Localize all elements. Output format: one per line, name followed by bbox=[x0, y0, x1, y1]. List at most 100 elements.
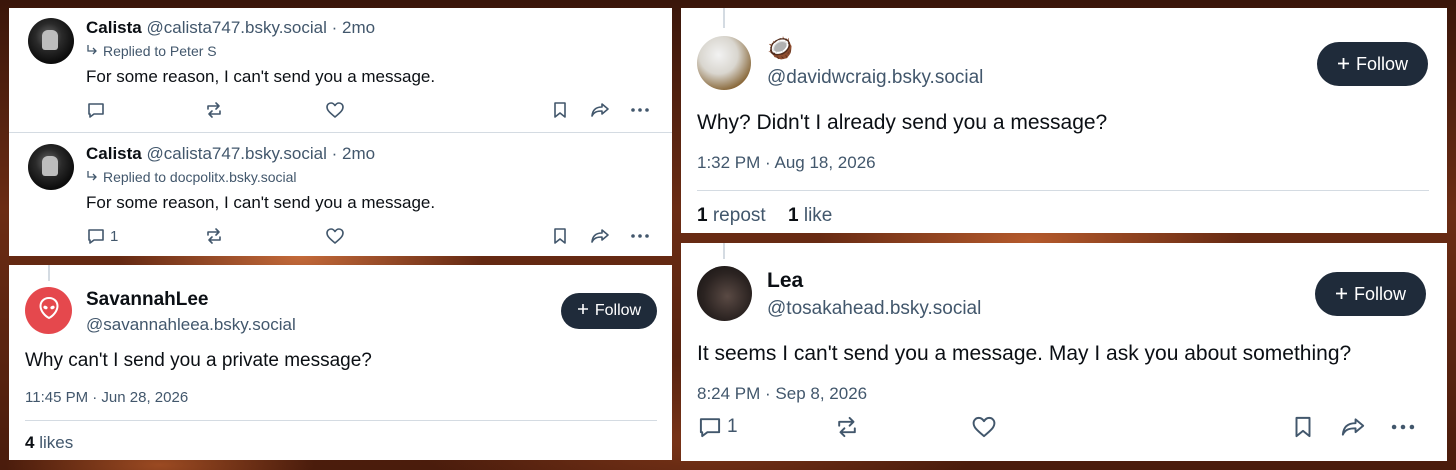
replied-to-label: Replied to Peter S bbox=[103, 43, 217, 59]
likes-stat[interactable]: 4 likes bbox=[25, 433, 73, 453]
repost-button[interactable] bbox=[204, 226, 224, 246]
reply-button[interactable]: 1 bbox=[86, 226, 118, 246]
thread-line bbox=[723, 243, 725, 259]
more-icon bbox=[629, 100, 651, 120]
repost-count: 1 bbox=[697, 205, 708, 226]
more-button[interactable] bbox=[629, 100, 651, 120]
like-button[interactable] bbox=[325, 226, 345, 246]
more-button[interactable] bbox=[629, 226, 651, 246]
author-handle[interactable]: @calista747.bsky.social bbox=[146, 18, 326, 37]
share-icon bbox=[589, 100, 611, 120]
share-button[interactable] bbox=[1339, 414, 1367, 440]
repost-button[interactable] bbox=[204, 100, 224, 120]
like-icon bbox=[325, 100, 345, 120]
follow-label: Follow bbox=[1355, 53, 1408, 74]
post-text: It seems I can't send you a message. May… bbox=[697, 342, 1352, 365]
author-handle[interactable]: @calista747.bsky.social bbox=[146, 144, 326, 163]
reply-arrow-icon bbox=[86, 43, 98, 59]
like-stat[interactable]: 1 like bbox=[788, 205, 832, 227]
repost-icon bbox=[204, 100, 224, 120]
author-name[interactable]: 🥥 bbox=[767, 37, 793, 61]
repost-icon bbox=[834, 414, 860, 440]
bookmark-button[interactable] bbox=[550, 100, 570, 120]
post-text: For some reason, I can't send you a mess… bbox=[86, 193, 436, 212]
more-icon bbox=[629, 226, 651, 246]
divider bbox=[25, 420, 657, 421]
thread-line bbox=[48, 265, 50, 281]
like-icon bbox=[971, 414, 997, 440]
avatar[interactable] bbox=[28, 144, 74, 190]
post-detail-panel: Lea @tosakahead.bsky.social Follow It se… bbox=[681, 243, 1447, 461]
repost-icon bbox=[204, 226, 224, 246]
post-text: For some reason, I can't send you a mess… bbox=[86, 67, 436, 86]
avatar[interactable] bbox=[697, 36, 751, 90]
reply-icon bbox=[86, 226, 106, 246]
repost-button[interactable] bbox=[834, 414, 860, 440]
replied-to[interactable]: Replied to Peter S bbox=[86, 43, 217, 59]
post-header: Calista @calista747.bsky.social · 2mo bbox=[86, 144, 375, 164]
plus-icon bbox=[577, 302, 589, 320]
separator: · bbox=[331, 144, 338, 163]
divider bbox=[697, 190, 1429, 191]
post-timestamp[interactable]: 1:32 PM · Aug 18, 2026 bbox=[697, 153, 876, 173]
repost-stat[interactable]: 1 repost bbox=[697, 205, 766, 227]
thread-line bbox=[723, 8, 725, 28]
author-handle[interactable]: @davidwcraig.bsky.social bbox=[767, 67, 983, 89]
author-handle[interactable]: @tosakahead.bsky.social bbox=[767, 298, 981, 320]
bookmark-icon bbox=[550, 100, 570, 120]
like-button[interactable] bbox=[971, 414, 997, 440]
follow-button[interactable]: Follow bbox=[561, 293, 657, 329]
reply-button[interactable] bbox=[86, 100, 110, 120]
share-icon bbox=[1339, 414, 1367, 440]
author-handle[interactable]: @savannahleea.bsky.social bbox=[86, 315, 296, 335]
reply-list-panel: Calista @calista747.bsky.social · 2mo Re… bbox=[9, 8, 672, 256]
likes-label: likes bbox=[39, 433, 74, 452]
author-name[interactable]: SavannahLee bbox=[86, 289, 209, 311]
author-name[interactable]: Calista bbox=[86, 144, 142, 163]
follow-button[interactable]: Follow bbox=[1315, 272, 1426, 316]
post-text: Why? Didn't I already send you a message… bbox=[697, 111, 1108, 134]
plus-icon bbox=[1337, 54, 1350, 75]
share-button[interactable] bbox=[589, 100, 611, 120]
likes-count: 4 bbox=[25, 433, 35, 452]
bookmark-icon bbox=[550, 226, 570, 246]
like-icon bbox=[325, 226, 345, 246]
bookmark-button[interactable] bbox=[550, 226, 570, 246]
post-detail-panel: 🥥 @davidwcraig.bsky.social Follow Why? D… bbox=[681, 8, 1447, 233]
post-timestamp[interactable]: 8:24 PM · Sep 8, 2026 bbox=[697, 384, 867, 404]
replied-to-label: Replied to docpolitx.bsky.social bbox=[103, 169, 297, 185]
alien-icon bbox=[38, 296, 60, 325]
share-button[interactable] bbox=[589, 226, 611, 246]
plus-icon bbox=[1335, 284, 1348, 305]
reply-button[interactable]: 1 bbox=[697, 414, 738, 440]
more-button[interactable] bbox=[1389, 414, 1417, 440]
avatar[interactable] bbox=[28, 18, 74, 64]
replied-to[interactable]: Replied to docpolitx.bsky.social bbox=[86, 169, 297, 185]
follow-label: Follow bbox=[1353, 283, 1406, 304]
repost-label: repost bbox=[712, 205, 766, 226]
like-count: 1 bbox=[788, 205, 799, 226]
reply-count: 1 bbox=[110, 227, 119, 245]
post-time[interactable]: 2mo bbox=[342, 18, 375, 37]
post-header: Calista @calista747.bsky.social · 2mo bbox=[86, 18, 375, 38]
post-detail-panel: SavannahLee @savannahleea.bsky.social Fo… bbox=[9, 265, 672, 460]
reply-icon bbox=[86, 100, 106, 120]
post-text: Why can't I send you a private message? bbox=[25, 350, 372, 371]
post-time[interactable]: 2mo bbox=[342, 144, 375, 163]
separator: · bbox=[331, 18, 338, 37]
author-name[interactable]: Lea bbox=[767, 269, 803, 293]
share-icon bbox=[589, 226, 611, 246]
bookmark-icon bbox=[1290, 414, 1316, 440]
divider bbox=[9, 132, 672, 133]
follow-button[interactable]: Follow bbox=[1317, 42, 1428, 86]
author-name[interactable]: Calista bbox=[86, 18, 142, 37]
reply-icon bbox=[697, 414, 723, 440]
like-label: like bbox=[803, 205, 833, 226]
avatar[interactable] bbox=[25, 287, 72, 334]
post-timestamp[interactable]: 11:45 PM · Jun 28, 2026 bbox=[25, 389, 188, 406]
reply-arrow-icon bbox=[86, 169, 98, 185]
avatar[interactable] bbox=[697, 266, 752, 321]
like-button[interactable] bbox=[325, 100, 345, 120]
reply-count: 1 bbox=[727, 416, 738, 437]
bookmark-button[interactable] bbox=[1290, 414, 1316, 440]
